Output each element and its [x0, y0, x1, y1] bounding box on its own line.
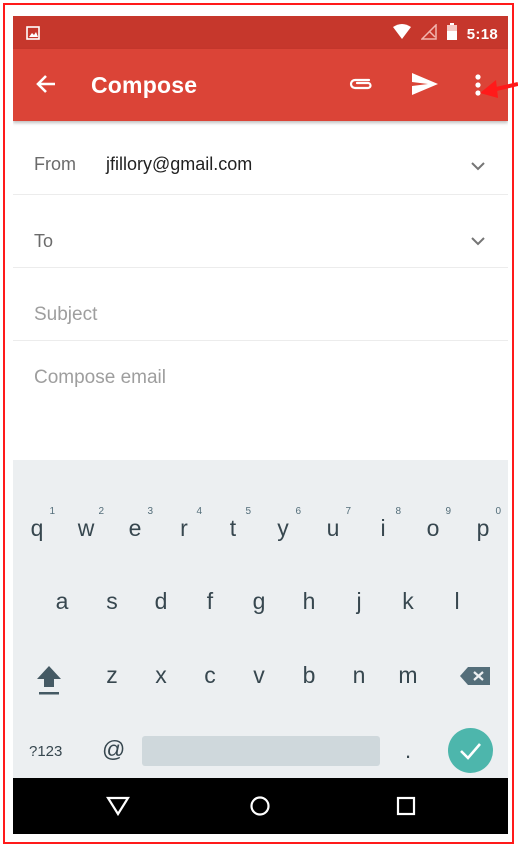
nav-back-icon[interactable] [106, 796, 130, 821]
to-label: To [34, 231, 54, 251]
chevron-down-icon[interactable] [470, 233, 486, 251]
key-v[interactable]: v [239, 662, 279, 689]
from-account[interactable]: jfillory@gmail.com [106, 154, 252, 175]
key-o[interactable]: o9 [413, 506, 453, 542]
to-row[interactable]: To [13, 195, 508, 268]
attachment-icon[interactable] [347, 75, 375, 98]
status-time: 5:18 [466, 25, 498, 43]
key-p[interactable]: p0 [463, 506, 503, 542]
key-c[interactable]: c [190, 662, 230, 689]
key-w[interactable]: w2 [66, 506, 106, 542]
key-t[interactable]: t5 [213, 506, 253, 542]
compose-body-field[interactable]: Compose email [34, 367, 166, 389]
key-a[interactable]: a [42, 588, 82, 615]
shift-icon[interactable] [35, 664, 63, 701]
send-icon[interactable] [410, 71, 440, 102]
key-x[interactable]: x [141, 662, 181, 689]
app-bar: Compose [13, 49, 508, 121]
key-m[interactable]: m [388, 662, 428, 689]
key-n[interactable]: n [339, 662, 379, 689]
nav-recents-icon[interactable] [396, 796, 416, 821]
page-title: Compose [91, 72, 198, 98]
from-row[interactable]: From jfillory@gmail.com [13, 122, 508, 195]
key-s[interactable]: s [92, 588, 132, 615]
symbols-key[interactable]: ?123 [29, 743, 62, 760]
image-notification-icon [26, 26, 40, 45]
enter-key[interactable] [448, 728, 493, 773]
wifi-icon [392, 23, 411, 45]
battery-icon [446, 23, 457, 45]
phone-screen: 5:18 Compose From jfillory@gmail.com To [13, 16, 508, 834]
key-f[interactable]: f [190, 588, 230, 615]
key-k[interactable]: k [388, 588, 428, 615]
status-bar: 5:18 [13, 16, 508, 49]
period-key[interactable]: . [405, 738, 411, 764]
key-r[interactable]: r4 [164, 506, 204, 542]
soft-keyboard: q1 w2 e3 r4 t5 y6 u7 i8 o9 p0 a s d f g … [13, 460, 508, 778]
at-key[interactable]: @ [102, 736, 125, 763]
key-i[interactable]: i8 [363, 506, 403, 542]
backspace-icon[interactable] [459, 666, 491, 691]
key-d[interactable]: d [141, 588, 181, 615]
subject-field[interactable]: Subject [13, 268, 508, 341]
key-h[interactable]: h [289, 588, 329, 615]
system-nav-bar [13, 778, 508, 834]
nav-home-icon[interactable] [249, 795, 271, 822]
space-bar[interactable] [142, 736, 380, 766]
annotation-arrow-icon [480, 80, 518, 98]
from-label: From [34, 154, 76, 174]
key-z[interactable]: z [92, 662, 132, 689]
key-b[interactable]: b [289, 662, 329, 689]
check-icon [460, 743, 481, 760]
no-signal-icon [419, 22, 437, 45]
subject-placeholder: Subject [34, 304, 98, 325]
key-q[interactable]: q1 [17, 506, 57, 542]
key-j[interactable]: j [339, 588, 379, 615]
back-arrow-icon[interactable] [35, 73, 57, 100]
chevron-down-icon[interactable] [470, 158, 486, 176]
key-u[interactable]: u7 [313, 506, 353, 542]
key-g[interactable]: g [239, 588, 279, 615]
key-e[interactable]: e3 [115, 506, 155, 542]
key-l[interactable]: l [437, 588, 477, 615]
key-y[interactable]: y6 [263, 506, 303, 542]
